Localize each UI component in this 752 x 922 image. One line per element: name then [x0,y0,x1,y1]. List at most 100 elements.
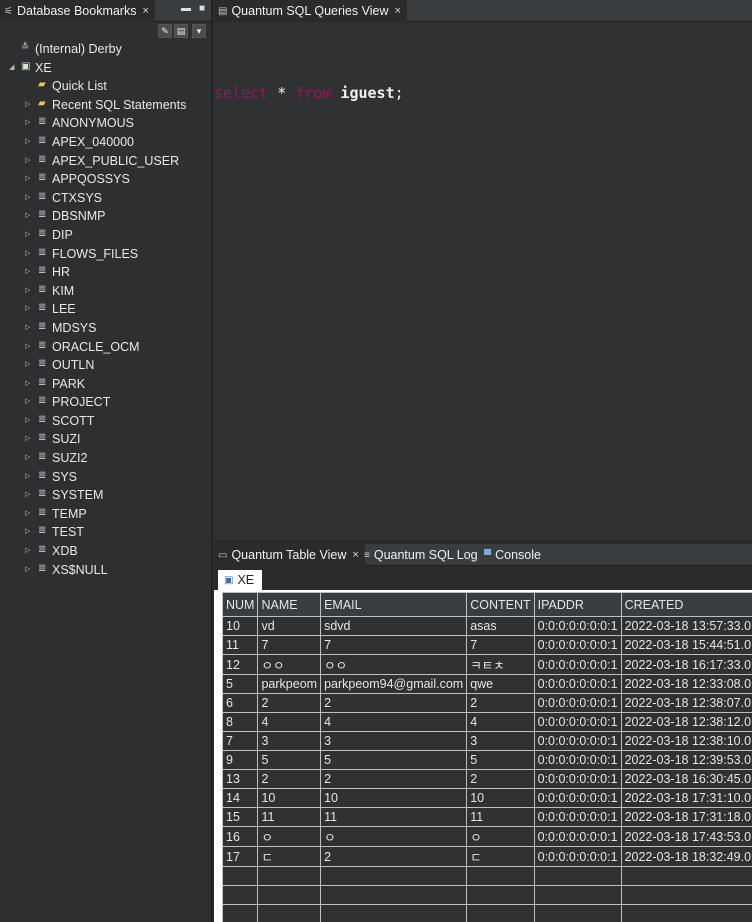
tree-item-schema[interactable]: ▷ ≣ MDSYS [0,319,212,338]
table-cell[interactable]: 4 [466,712,535,732]
tab-database-bookmarks[interactable]: ⚟ Database Bookmarks × [0,0,155,22]
table-row[interactable]: 13 2 2 2 0:0:0:0:0:0:0:1 2022-03-18 16:30:45.… [221,769,752,789]
tree-item-schema[interactable]: ▷ ≣ SUZI2 [0,449,212,468]
table-cell[interactable]: 8 [221,712,259,732]
table-cell[interactable]: 13 [221,769,259,789]
table-cell[interactable]: 5 [257,750,322,770]
table-row[interactable]: 8 4 4 4 0:0:0:0:0:0:0:1 2022-03-18 12:38:12.0 [221,712,752,732]
table-cell[interactable]: 14 [221,788,259,808]
result-tab-xe[interactable]: ▣ XE [218,570,263,590]
table-cell[interactable]: ㅋㅌㅊ [466,654,535,675]
table-cell[interactable]: 0:0:0:0:0:0:0:1 [533,674,622,694]
close-icon[interactable]: × [142,5,148,17]
tree-item-schema[interactable]: ▷ ≣ SYSTEM [0,486,212,505]
tree-item-recent-sql[interactable]: ▷ ▰ Recent SQL Statements [0,96,212,115]
table-cell[interactable]: 9 [221,750,259,770]
table-cell[interactable]: 10 [257,788,322,808]
table-cell[interactable]: 6 [221,693,259,713]
column-header[interactable]: EMAIL [320,592,468,617]
collapsed-arrow-icon[interactable]: ▷ [25,486,30,505]
column-header[interactable]: NUM [221,592,259,617]
table-cell[interactable]: 3 [320,731,468,751]
collapsed-arrow-icon[interactable]: ▷ [25,207,30,226]
table-cell[interactable]: 7 [257,635,322,655]
table-row[interactable]: 15 11 11 11 0:0:0:0:0:0:0:1 2022-03-18 17:31:… [221,807,752,827]
table-cell[interactable]: 0:0:0:0:0:0:0:1 [533,807,622,827]
tree-item-schema[interactable]: ▷ ≣ SYS [0,468,212,487]
table-cell[interactable]: 2 [320,769,468,789]
table-cell[interactable]: 16 [221,826,259,847]
table-cell[interactable]: qwe [466,674,535,694]
column-header[interactable]: NAME [257,592,322,617]
table-cell[interactable]: 7 [466,635,535,655]
close-icon[interactable]: × [394,5,400,17]
collapsed-arrow-icon[interactable]: ▷ [25,226,30,245]
table-cell[interactable]: vd [257,616,322,636]
table-cell[interactable]: 7 [320,635,468,655]
collapsed-arrow-icon[interactable]: ▷ [25,393,30,412]
table-row[interactable]: 6 2 2 2 0:0:0:0:0:0:0:1 2022-03-18 12:38:07.0 [221,693,752,713]
table-cell[interactable]: 0:0:0:0:0:0:0:1 [533,846,622,867]
table-cell[interactable]: 2022-03-18 15:44:51.0 [620,635,752,655]
tree-item-schema[interactable]: ▷ ≣ PROJECT [0,393,212,412]
tab-quantum-sql-queries-view[interactable]: ▤ Quantum SQL Queries View × [214,0,407,22]
table-cell[interactable]: 0:0:0:0:0:0:0:1 [533,769,622,789]
table-cell[interactable]: 2 [466,769,535,789]
collapsed-arrow-icon[interactable]: ▷ [25,96,30,115]
collapsed-arrow-icon[interactable]: ▷ [25,300,30,319]
minimize-icon[interactable]: ▬ [181,3,191,14]
table-cell[interactable]: 4 [257,712,322,732]
table-cell[interactable]: 0:0:0:0:0:0:0:1 [533,654,622,675]
table-cell[interactable]: 5 [320,750,468,770]
table-cell[interactable]: 2022-03-18 12:38:10.0 [620,731,752,751]
table-row[interactable]: 5 parkpeom parkpeom94@gmail.com qwe 0:0:0:0:… [221,674,752,694]
column-header[interactable]: IPADDR [533,592,622,617]
table-cell[interactable]: ㄷ [257,846,322,867]
table-cell[interactable]: 10 [466,788,535,808]
maximize-icon[interactable]: ■ [199,3,205,14]
tree-item-quick-list[interactable]: ▰ Quick List [0,77,212,96]
new-bookmark-button[interactable]: ✎ [158,24,172,38]
collapse-all-button[interactable]: ▤ [174,24,188,38]
table-row[interactable]: 9 5 5 5 0:0:0:0:0:0:0:1 2022-03-18 12:39:53.0 [221,750,752,770]
table-cell[interactable]: 0:0:0:0:0:0:0:1 [533,731,622,751]
table-cell[interactable]: ㅇ [257,826,322,847]
table-cell[interactable]: 0:0:0:0:0:0:0:1 [533,635,622,655]
table-cell[interactable]: asas [466,616,535,636]
table-cell[interactable]: parkpeom94@gmail.com [320,674,468,694]
collapsed-arrow-icon[interactable]: ▷ [25,375,30,394]
collapsed-arrow-icon[interactable]: ▷ [25,133,30,152]
table-cell[interactable]: 2 [257,693,322,713]
table-cell[interactable]: 11 [221,635,259,655]
collapsed-arrow-icon[interactable]: ▷ [25,356,30,375]
close-icon[interactable]: × [352,549,358,561]
collapsed-arrow-icon[interactable]: ▷ [25,449,30,468]
table-cell[interactable]: ㅇ [320,826,468,847]
tree-item-schema[interactable]: ▷ ≣ HR [0,263,212,282]
table-cell[interactable]: 2022-03-18 12:38:12.0 [620,712,752,732]
table-cell[interactable]: 4 [320,712,468,732]
tab-quantum-sql-log[interactable]: ≡ Quantum SQL Log [360,544,484,566]
table-cell[interactable]: 15 [221,807,259,827]
tree-item-schema[interactable]: ▷ ≣ LEE [0,300,212,319]
collapsed-arrow-icon[interactable]: ▷ [25,338,30,357]
table-row[interactable]: 7 3 3 3 0:0:0:0:0:0:0:1 2022-03-18 12:38:10.0 [221,731,752,751]
table-row[interactable]: 10 vd sdvd asas 0:0:0:0:0:0:0:1 2022-03-18 13… [221,616,752,636]
collapsed-arrow-icon[interactable]: ▷ [25,542,30,561]
column-header[interactable]: CONTENT [466,592,535,617]
table-cell[interactable]: 0:0:0:0:0:0:0:1 [533,788,622,808]
tree-item-derby[interactable]: ≛ (Internal) Derby [0,40,212,59]
table-cell[interactable]: ㅇㅇ [320,654,468,675]
table-cell[interactable]: 2 [257,769,322,789]
table-cell[interactable]: 2022-03-18 12:33:08.0 [620,674,752,694]
table-cell[interactable]: 2022-03-18 17:31:10.0 [620,788,752,808]
table-cell[interactable]: 12 [221,654,259,675]
table-cell[interactable]: 2022-03-18 17:43:53.0 [620,826,752,847]
table-cell[interactable]: 2 [466,693,535,713]
table-cell[interactable]: 5 [221,674,259,694]
table-cell[interactable]: 2022-03-18 16:17:33.0 [620,654,752,675]
collapsed-arrow-icon[interactable]: ▷ [25,523,30,542]
tree-item-schema[interactable]: ▷ ≣ APEX_PUBLIC_USER [0,152,212,171]
table-cell[interactable]: parkpeom [257,674,322,694]
collapsed-arrow-icon[interactable]: ▷ [25,189,30,208]
